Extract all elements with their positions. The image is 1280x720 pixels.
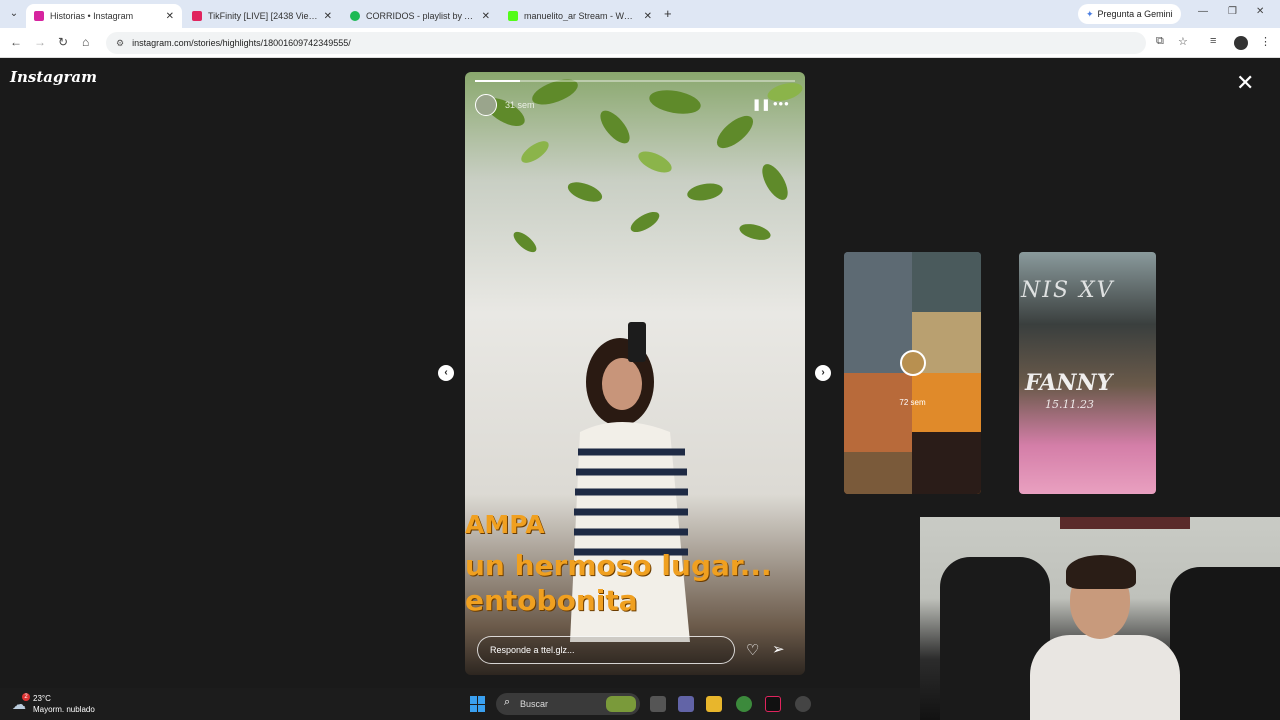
kick-favicon-icon (508, 11, 518, 21)
next-story-chevron-icon[interactable]: › (815, 365, 831, 381)
file-explorer-icon[interactable] (706, 696, 722, 712)
current-story[interactable]: 31 sem ❚❚ ••• AMPA un hermoso lugar... e… (465, 72, 805, 675)
more-options-icon[interactable]: ••• (773, 96, 790, 111)
next-story-preview[interactable]: 72 sem (844, 252, 981, 494)
search-label: Buscar (520, 699, 549, 709)
tab-title: CORRIDOS - playlist by Arriola (366, 11, 476, 21)
taskbar-search-box[interactable]: ⌕ Buscar (496, 693, 640, 715)
tab-kick[interactable]: manuelito_ar Stream - Watch Li ✕ (500, 4, 660, 28)
upcoming-story-preview[interactable]: NIS XV FANNY 15.11.23 (1019, 252, 1156, 494)
site-info-icon[interactable]: ⚙ (116, 38, 124, 49)
tab-title: TikFinity [LIVE] [2438 Viewers] (208, 11, 318, 21)
back-arrow-icon[interactable]: ← (10, 35, 22, 49)
task-view-icon[interactable] (650, 696, 666, 712)
send-paper-plane-icon[interactable]: ➢ (772, 640, 785, 658)
install-app-icon[interactable]: ⧉ (1156, 35, 1164, 48)
search-icon: ⌕ (504, 696, 511, 708)
close-tab-icon[interactable]: ✕ (324, 11, 332, 22)
tab-strip: ⌄ Historias • Instagram ✕ TikFinity [LIV… (0, 0, 1280, 28)
preview-timestamp: 72 sem (899, 398, 926, 407)
webcam-chair-back (1170, 567, 1280, 720)
gemini-label: Pregunta a Gemini (1097, 9, 1173, 19)
tab-title: Historias • Instagram (50, 11, 134, 21)
close-window-icon[interactable]: ✕ (1256, 6, 1264, 17)
media-controls-icon[interactable]: ≡ (1210, 35, 1216, 47)
windows-taskbar: ☁ 2 23°C Mayorm. nublado ⌕ Buscar (0, 688, 920, 720)
close-tab-icon[interactable]: ✕ (166, 11, 174, 22)
new-tab-button[interactable]: + (664, 6, 672, 21)
weather-condition: Mayorm. nublado (33, 705, 95, 714)
search-highlight-widget (606, 696, 636, 712)
windows-start-icon[interactable] (470, 696, 486, 712)
close-story-icon[interactable]: ✕ (1236, 72, 1254, 94)
profile-avatar[interactable] (1234, 36, 1248, 50)
tab-search-chevron-icon[interactable]: ⌄ (6, 6, 22, 22)
teams-icon[interactable] (678, 696, 694, 712)
tikfinity-favicon-icon (192, 11, 202, 21)
gemini-sparkle-icon: ✦ (1086, 8, 1094, 19)
tab-tikfinity[interactable]: TikFinity [LIVE] [2438 Viewers] ✕ (184, 4, 340, 28)
close-tab-icon[interactable]: ✕ (482, 11, 490, 22)
preview-overlay-text: NIS XV (1021, 278, 1115, 303)
spotify-favicon-icon (350, 11, 360, 21)
story-progress-bar (475, 80, 795, 82)
like-heart-icon[interactable]: ♡ (746, 641, 759, 659)
previous-story-chevron-icon[interactable]: ‹ (438, 365, 454, 381)
reload-icon[interactable]: ↻ (58, 35, 68, 49)
tab-title: manuelito_ar Stream - Watch Li (524, 11, 638, 21)
minimize-icon[interactable]: — (1198, 6, 1208, 17)
chrome-menu-icon[interactable]: ⋮ (1260, 35, 1271, 48)
weather-temperature: 23°C (33, 694, 51, 703)
preview-overlay-date: 15.11.23 (1045, 398, 1094, 411)
webcam-overlay (920, 517, 1280, 720)
tab-instagram[interactable]: Historias • Instagram ✕ (26, 4, 182, 28)
gemini-button[interactable]: ✦ Pregunta a Gemini (1078, 4, 1181, 24)
address-bar[interactable]: ⚙ instagram.com/stories/highlights/18001… (106, 32, 1146, 54)
instagram-favicon-icon (34, 11, 44, 21)
webcam-person-body (1030, 635, 1180, 720)
story-caption-line: un hermoso lugar... (465, 549, 772, 582)
app-icon[interactable] (795, 696, 811, 712)
browser-toolbar: ← → ↻ ⌂ ⚙ instagram.com/stories/highligh… (0, 28, 1280, 58)
weather-badge: 2 (22, 693, 30, 701)
preview-author-avatar (900, 350, 926, 376)
story-caption-line: entobonita (465, 584, 638, 617)
url-text: instagram.com/stories/highlights/1800160… (132, 38, 351, 48)
restore-icon[interactable]: ❐ (1228, 6, 1237, 17)
tab-spotify[interactable]: CORRIDOS - playlist by Arriola ✕ (342, 4, 498, 28)
story-caption-line: AMPA (465, 510, 545, 539)
chrome-icon[interactable] (736, 696, 752, 712)
story-reply-input[interactable]: Responde a ttel.glz... (477, 636, 735, 664)
forward-arrow-icon[interactable]: → (34, 35, 46, 49)
webcam-person-hair (1066, 555, 1136, 589)
home-icon[interactable]: ⌂ (82, 35, 89, 49)
pause-icon[interactable]: ❚❚ (752, 98, 770, 111)
instagram-logo[interactable]: Instagram (10, 68, 97, 86)
close-tab-icon[interactable]: ✕ (644, 11, 652, 22)
story-author-avatar[interactable] (475, 94, 497, 116)
tiktok-icon[interactable] (765, 696, 781, 712)
story-timestamp: 31 sem (505, 100, 535, 110)
preview-overlay-name: FANNY (1025, 370, 1113, 396)
webcam-shelf (1060, 517, 1190, 529)
bookmark-star-icon[interactable]: ☆ (1178, 35, 1188, 48)
story-progress-fill (475, 80, 520, 82)
